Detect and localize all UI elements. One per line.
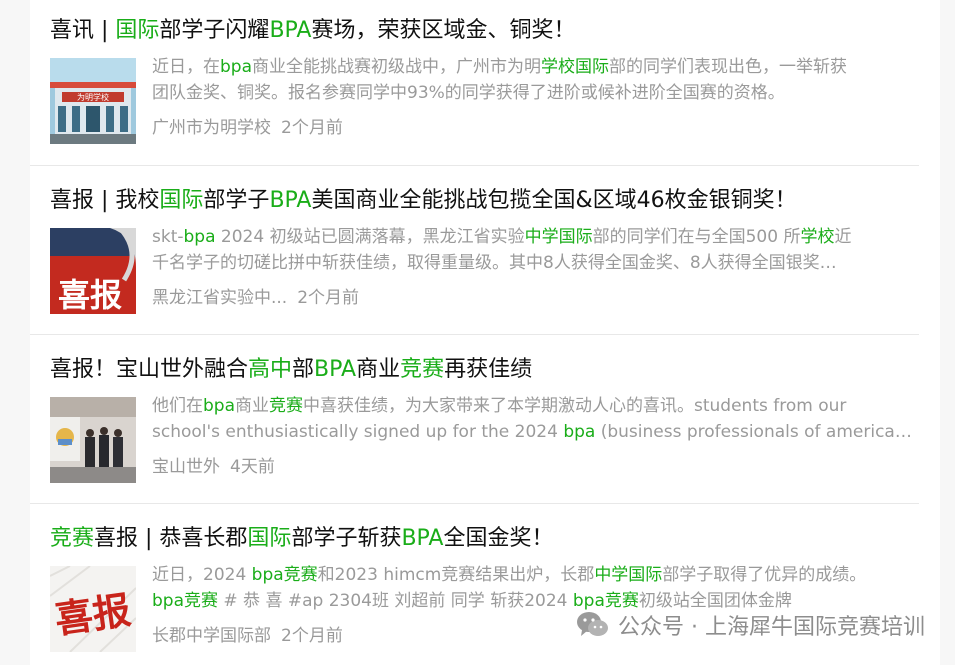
text-segment: # 恭 喜 #ap 2304班 刘超前 同学 斩获2024	[218, 591, 573, 611]
congrats-poster-image: 喜报	[50, 228, 136, 314]
keyword-highlight: 中学国际	[594, 565, 663, 585]
divider	[30, 165, 919, 166]
text-segment: 近	[834, 227, 852, 247]
keyword-highlight: 高中	[248, 357, 293, 382]
snippet-line: 他们在bpa商业竞赛中喜获佳绩，为大家带来了本学期激动人心的喜讯。student…	[152, 393, 917, 419]
keyword-highlight: 竞赛	[50, 526, 95, 551]
text-segment: 再获佳绩	[444, 357, 533, 382]
text-segment: 部学子	[203, 188, 270, 213]
text-segment: 近日，在	[152, 57, 220, 77]
keyword-highlight: bpa	[220, 57, 252, 77]
keyword-highlight: 学校	[800, 227, 835, 247]
text-segment: 2024 初级站已圆满落幕，黑龙江省实验	[215, 227, 525, 247]
result-source[interactable]: 宝山世外	[152, 457, 220, 477]
keyword-highlight: 竞赛	[400, 357, 445, 382]
text-segment: 部学子取得了优异的成绩。	[662, 565, 867, 585]
keyword-highlight: bpa竞赛	[152, 591, 218, 611]
text-segment: skt-	[152, 227, 184, 247]
text-segment: 近日，2024	[152, 565, 252, 585]
keyword-highlight: bpa竞赛	[251, 565, 318, 585]
snippet-line: 团队金奖、铜奖。报名参赛同学中93%的同学获得了进阶或候补进阶全国赛的资格。	[152, 80, 917, 106]
watermark: 公众号 · 上海犀牛国际竞赛培训	[576, 609, 925, 641]
keyword-highlight: BPA	[269, 18, 312, 43]
snippet-line: 近日，在bpa商业全能挑战赛初级战中，广州市为明学校国际部的同学们表现出色，一举…	[152, 54, 917, 80]
text-segment: 美国商业全能挑战包揽全国&区域46枚金银铜奖！	[311, 188, 797, 213]
result-meta: 长郡中学国际部 2个月前	[152, 623, 343, 649]
text-segment: 商业全能挑战赛初级战中，广州市为明	[252, 57, 541, 77]
search-results-page: 喜讯 | 国际部学子闪耀BPA赛场，荣获区域金、铜奖！ 为明学校 近日，在bpa…	[0, 0, 955, 665]
result-thumbnail[interactable]: 喜报	[50, 228, 136, 314]
text-segment: 和2023 himcm竞赛结果出炉，长郡	[317, 565, 595, 585]
keyword-highlight: 国际	[247, 526, 292, 551]
snippet-line: school's enthusiastically signed up for …	[152, 419, 917, 445]
keyword-highlight: BPA	[314, 357, 357, 382]
result-thumbnail[interactable]: 喜报	[50, 566, 136, 652]
text-segment: 千名学子的切磋比拼中斩获佳绩，取得重量级。其中8人获得全国金奖、8人获得全国银奖…	[152, 253, 837, 273]
result-title[interactable]: 喜讯 | 国际部学子闪耀BPA赛场，荣获区域金、铜奖！	[50, 14, 935, 50]
keyword-highlight: 国际	[159, 188, 204, 213]
divider	[30, 334, 919, 335]
result-time: 2个月前	[297, 288, 360, 308]
keyword-highlight: 国际	[115, 18, 160, 43]
text-segment: 赛场，荣获区域金、铜奖！	[311, 18, 576, 43]
text-segment: 商业	[235, 396, 269, 416]
text-segment: 部学子斩获	[291, 526, 402, 551]
text-segment: 部	[292, 357, 315, 382]
text-segment: 团队金奖、铜奖。报名参赛同学中93%的同学获得了进阶或候补进阶全国赛的资格。	[152, 83, 785, 103]
thumb-sign-text: 为明学校	[77, 92, 109, 102]
text-segment: 喜讯 |	[50, 18, 116, 43]
text-segment: school's enthusiastically signed up for …	[152, 422, 564, 442]
text-segment: 喜报！宝山世外融合	[50, 357, 249, 382]
text-segment: 中喜获佳绩，为大家带来了本学期激动人心的喜讯。students from our	[303, 396, 847, 416]
divider	[30, 503, 919, 504]
text-segment: 喜报 | 我校	[50, 188, 160, 213]
result-meta: 黑龙江省实验中... 2个月前	[152, 285, 359, 311]
result-time: 2个月前	[281, 626, 343, 646]
text-segment: 初级站全国团体金牌	[638, 591, 792, 611]
result-time: 2个月前	[281, 118, 343, 138]
result-title[interactable]: 喜报！宝山世外融合高中部BPA商业竞赛再获佳绩	[50, 353, 935, 389]
results-panel: 喜讯 | 国际部学子闪耀BPA赛场，荣获区域金、铜奖！ 为明学校 近日，在bpa…	[30, 0, 940, 665]
keyword-highlight: BPA	[401, 526, 444, 551]
result-title[interactable]: 喜报 | 我校国际部学子BPA美国商业全能挑战包揽全国&区域46枚金银铜奖！	[50, 184, 935, 220]
text-segment: 部的同学们表现出色，一举斩获	[609, 57, 847, 77]
result-snippet: 近日，2024 bpa竞赛和2023 himcm竞赛结果出炉，长郡中学国际部学子…	[152, 562, 917, 614]
text-segment: 部学子闪耀	[159, 18, 270, 43]
keyword-highlight: bpa	[563, 422, 596, 442]
keyword-highlight: bpa竞赛	[572, 591, 639, 611]
snippet-line: skt-bpa 2024 初级站已圆满落幕，黑龙江省实验中学国际部的同学们在与全…	[152, 224, 917, 250]
keyword-highlight: 竞赛	[269, 396, 303, 416]
result-snippet: 近日，在bpa商业全能挑战赛初级战中，广州市为明学校国际部的同学们表现出色，一举…	[152, 54, 917, 106]
result-time: 4天前	[230, 457, 275, 477]
keyword-highlight: 中学国际	[524, 227, 593, 247]
result-meta: 宝山世外 4天前	[152, 454, 275, 480]
thumb-poster-text: 喜报	[58, 276, 122, 314]
wechat-icon	[576, 610, 610, 640]
result-title[interactable]: 竞赛喜报 | 恭喜长郡国际部学子斩获BPA全国金奖！	[50, 522, 935, 558]
text-segment: 全国金奖！	[443, 526, 554, 551]
result-source[interactable]: 黑龙江省实验中...	[152, 288, 287, 308]
text-segment: 喜报 | 恭喜长郡	[94, 526, 248, 551]
result-thumbnail[interactable]	[50, 397, 136, 483]
school-building-image: 为明学校	[50, 58, 136, 144]
snippet-line: 近日，2024 bpa竞赛和2023 himcm竞赛结果出炉，长郡中学国际部学子…	[152, 562, 917, 588]
students-photo-image	[50, 397, 136, 483]
keyword-highlight: BPA	[269, 188, 312, 213]
text-segment: 他们在	[152, 396, 203, 416]
congrats-calligraphy-image: 喜报	[50, 566, 136, 652]
keyword-highlight: 学校国际	[541, 57, 609, 77]
result-snippet: 他们在bpa商业竞赛中喜获佳绩，为大家带来了本学期激动人心的喜讯。student…	[152, 393, 917, 445]
snippet-line: 千名学子的切磋比拼中斩获佳绩，取得重量级。其中8人获得全国金奖、8人获得全国银奖…	[152, 250, 917, 276]
result-source[interactable]: 长郡中学国际部	[152, 626, 271, 646]
text-segment: (business professionals of america…	[595, 422, 912, 442]
keyword-highlight: bpa	[203, 396, 235, 416]
result-source[interactable]: 广州市为明学校	[152, 118, 271, 138]
result-snippet: skt-bpa 2024 初级站已圆满落幕，黑龙江省实验中学国际部的同学们在与全…	[152, 224, 917, 276]
keyword-highlight: bpa	[183, 227, 216, 247]
watermark-text: 公众号 · 上海犀牛国际竞赛培训	[618, 615, 925, 640]
result-thumbnail[interactable]: 为明学校	[50, 58, 136, 144]
text-segment: 部的同学们在与全国500 所	[592, 227, 801, 247]
text-segment: 商业	[356, 357, 401, 382]
result-meta: 广州市为明学校 2个月前	[152, 115, 343, 141]
